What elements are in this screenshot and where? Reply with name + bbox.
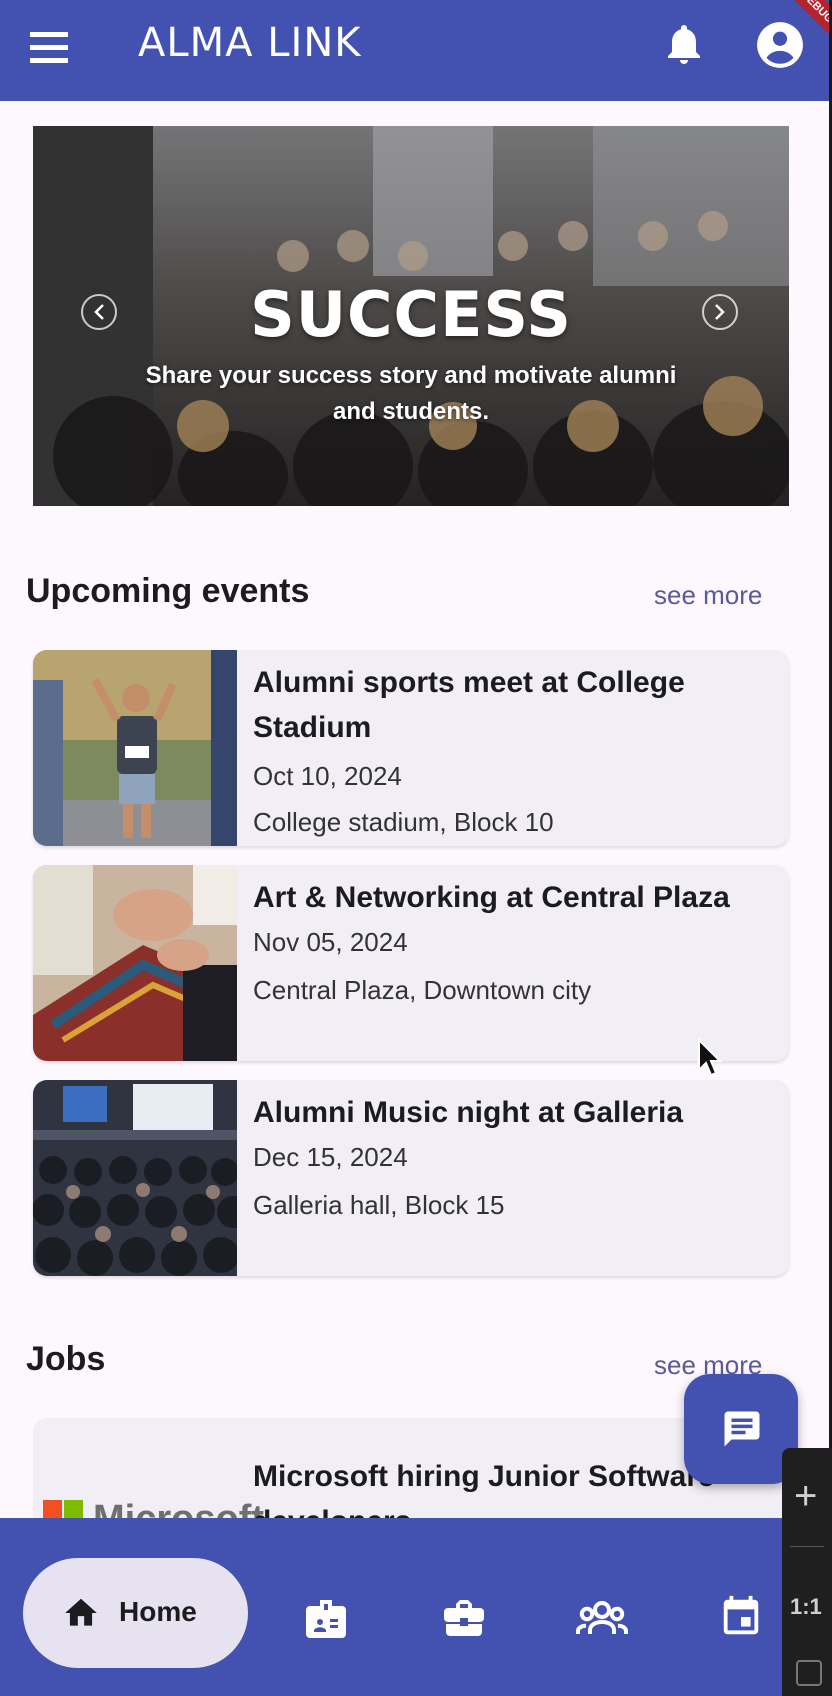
emulator-side-toolbar: + 1:1: [782, 1448, 832, 1696]
event-card[interactable]: Alumni sports meet at College Stadium Oc…: [33, 650, 789, 846]
event-location: Central Plaza, Downtown city: [253, 975, 592, 1005]
nav-home-label: Home: [119, 1596, 197, 1627]
nav-jobs[interactable]: [440, 1594, 496, 1650]
bottom-navigation-bar: Home: [0, 1518, 829, 1696]
hero-title: SUCCESS: [250, 278, 572, 351]
community-icon: [576, 1601, 628, 1634]
app-title: ALMA LINK: [138, 20, 362, 66]
event-title: Alumni sports meet at College Stadium: [253, 666, 685, 744]
event-thumbnail-music: [33, 1080, 237, 1276]
chat-fab[interactable]: [684, 1374, 798, 1484]
event-date: Oct 10, 2024: [253, 761, 402, 791]
nav-events[interactable]: [718, 1594, 774, 1650]
jobs-heading: Jobs: [26, 1340, 106, 1378]
event-card[interactable]: Alumni Music night at Galleria Dec 15, 2…: [33, 1080, 789, 1276]
app-screen: ALMA LINK DEBUG SUCCESS Share your succe…: [0, 0, 829, 1696]
briefcase-icon: [444, 1600, 484, 1636]
top-app-bar: ALMA LINK DEBUG: [0, 0, 829, 101]
nav-community[interactable]: [576, 1594, 632, 1650]
events-heading: Upcoming events: [26, 572, 310, 610]
event-thumbnail-art: [33, 865, 237, 1061]
hero-carousel[interactable]: SUCCESS Share your success story and mot…: [33, 126, 789, 506]
home-icon: [65, 1598, 97, 1626]
zoom-in-icon[interactable]: +: [794, 1476, 817, 1516]
event-thumbnail-sports: [33, 650, 237, 846]
toolbar-divider: [790, 1546, 824, 1547]
actual-size-button[interactable]: 1:1: [790, 1594, 822, 1620]
mouse-cursor-icon: [698, 1038, 723, 1077]
event-title: Art & Networking at Central Plaza: [253, 881, 730, 914]
account-icon[interactable]: [755, 20, 805, 70]
badge-icon: [306, 1600, 346, 1638]
hero-subtitle: Share your success story and motivate al…: [145, 362, 677, 425]
fit-screen-icon[interactable]: [796, 1660, 822, 1686]
events-see-more-link[interactable]: see more: [654, 580, 762, 611]
calendar-icon: [723, 1595, 759, 1635]
event-location: Galleria hall, Block 15: [253, 1190, 505, 1220]
chat-icon: [724, 1411, 760, 1447]
event-date: Nov 05, 2024: [253, 927, 408, 957]
menu-icon[interactable]: [28, 26, 72, 70]
event-location: College stadium, Block 10: [253, 807, 554, 837]
event-title: Alumni Music night at Galleria: [253, 1096, 684, 1129]
event-card[interactable]: Art & Networking at Central Plaza Nov 05…: [33, 865, 789, 1061]
nav-badge[interactable]: [302, 1594, 358, 1650]
nav-home[interactable]: Home: [23, 1558, 248, 1668]
event-date: Dec 15, 2024: [253, 1142, 408, 1172]
notification-bell-icon[interactable]: [660, 20, 708, 68]
